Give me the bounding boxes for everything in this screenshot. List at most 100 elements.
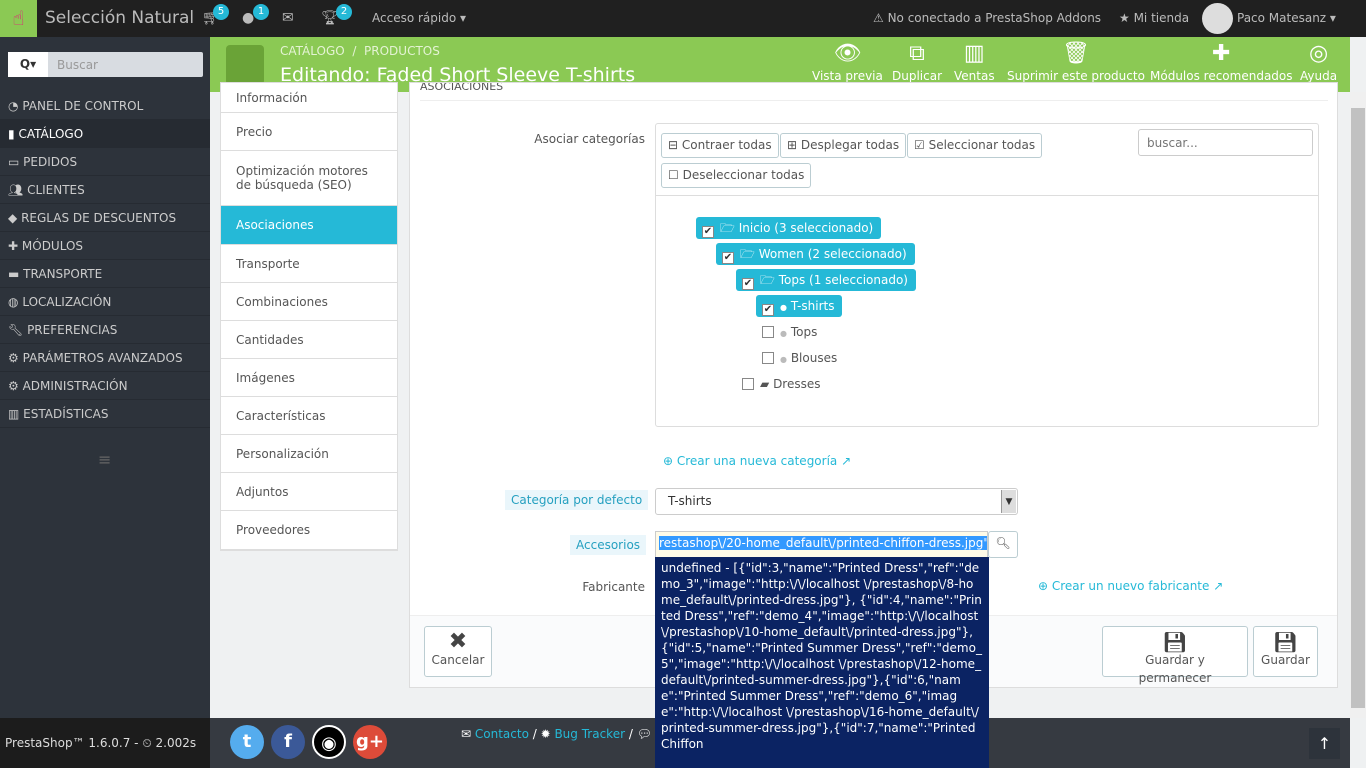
help-button[interactable]: ◎ Ayuda xyxy=(1300,41,1337,83)
default-category-select[interactable]: T-shirts ▼ xyxy=(655,488,1018,515)
breadcrumb-catalog[interactable]: CATÁLOGO xyxy=(280,44,345,58)
users-icon: 👥︎ xyxy=(8,183,24,197)
tree-search-input[interactable] xyxy=(1138,129,1313,156)
save-button[interactable]: 💾︎ Guardar xyxy=(1253,626,1318,677)
dashboard-icon: ◔ xyxy=(8,99,19,113)
sidebar-item-8[interactable]: 🔧︎ PREFERENCIAS xyxy=(0,316,210,344)
search-icon: 🔍︎ xyxy=(995,536,1011,550)
chevron-down-icon[interactable]: ▼ xyxy=(1001,490,1016,513)
tab-7[interactable]: Imágenes xyxy=(221,359,397,397)
autocomplete-dropdown[interactable]: undefined - [{"id":3,"name":"Printed Dre… xyxy=(655,557,989,768)
user-menu[interactable]: Paco Matesanz ▾ xyxy=(1237,11,1336,25)
delete-button[interactable]: 🗑︎ Suprimir este producto xyxy=(1007,41,1145,83)
recommended-modules-button[interactable]: ✚ Módulos recomendados xyxy=(1150,41,1293,83)
preview-button[interactable]: 👁︎ Vista previa xyxy=(812,41,883,83)
avatar[interactable] xyxy=(1202,3,1233,34)
accessories-search-button[interactable]: 🔍︎ xyxy=(988,531,1018,558)
sidebar-item-3[interactable]: 👥︎ CLIENTES xyxy=(0,176,210,204)
tab-label: Adjuntos xyxy=(236,484,289,499)
accessories-input[interactable]: restashop\/20-home_default\/printed-chif… xyxy=(655,531,988,558)
tab-6[interactable]: Cantidades xyxy=(221,321,397,359)
facebook-icon[interactable]: f xyxy=(271,725,305,759)
cog-icon: ⚙ xyxy=(8,379,19,393)
sidebar-item-5[interactable]: ✚ MÓDULOS xyxy=(0,232,210,260)
tab-11[interactable]: Proveedores xyxy=(221,511,397,550)
github-icon[interactable]: ◉ xyxy=(312,725,346,759)
scrollbar-thumb[interactable] xyxy=(1351,108,1365,708)
sidebar-item-1[interactable]: ▮ CATÁLOGO xyxy=(0,120,210,148)
sidebar-item-10[interactable]: ⚙ ADMINISTRACIÓN xyxy=(0,372,210,400)
tab-3[interactable]: Asociaciones xyxy=(221,206,397,245)
checkbox[interactable]: ✔ xyxy=(702,226,714,238)
addons-link[interactable]: ⚠ No conectado a PrestaShop Addons xyxy=(873,11,1101,25)
tab-label: Imágenes xyxy=(236,370,295,385)
breadcrumb-products[interactable]: PRODUCTOS xyxy=(364,44,440,58)
bar-chart-icon: ▥ xyxy=(8,407,20,421)
checkbox[interactable]: ✔ xyxy=(722,252,734,264)
shop-name[interactable]: Selección Natural xyxy=(45,8,194,28)
tab-8[interactable]: Características xyxy=(221,397,397,435)
tree-node[interactable]: ✔ 🗁︎ Tops (1 seleccionado) xyxy=(736,269,916,291)
sidebar-item-7[interactable]: ◍ LOCALIZACIÓN xyxy=(0,288,210,316)
tab-4[interactable]: Transporte xyxy=(221,245,397,283)
tab-label: Asociaciones xyxy=(236,218,314,232)
deselect-all-button[interactable]: ☐ Deseleccionar todas xyxy=(661,163,812,188)
select-all-button[interactable]: ☑ Seleccionar todas xyxy=(907,133,1043,158)
search-icon[interactable]: Q▾ xyxy=(8,52,48,77)
save-and-stay-button[interactable]: 💾︎ Guardar y permanecer xyxy=(1102,626,1248,685)
sidebar-item-9[interactable]: ⚙ PARÁMETROS AVANZADOS xyxy=(0,344,210,372)
select-all-label: Seleccionar todas xyxy=(928,138,1036,152)
close-icon: ✖ xyxy=(448,629,468,654)
tree-node-label: Tops xyxy=(790,325,818,339)
checkbox[interactable] xyxy=(762,326,774,338)
book-icon: ▮ xyxy=(8,127,15,141)
sidebar-item-2[interactable]: ▭ PEDIDOS xyxy=(0,148,210,176)
tab-1[interactable]: Precio xyxy=(221,113,397,151)
scroll-top-button[interactable]: ↑ xyxy=(1309,728,1340,759)
checkbox[interactable]: ✔ xyxy=(762,304,774,316)
sidebar-item-0[interactable]: ◔ PANEL DE CONTROL xyxy=(0,92,210,120)
my-shop-link[interactable]: ★ Mi tienda xyxy=(1119,11,1189,25)
duplicate-button[interactable]: ⧉ Duplicar xyxy=(892,41,942,83)
checkbox[interactable] xyxy=(742,378,754,390)
folder-icon: 🗁︎ xyxy=(720,221,735,235)
tab-5[interactable]: Combinaciones xyxy=(221,283,397,321)
new-manufacturer-link[interactable]: ⊕ Crear un nuevo fabricante ↗ xyxy=(1038,579,1223,593)
cancel-button[interactable]: ✖ Cancelar xyxy=(424,626,492,677)
checkbox[interactable]: ✔ xyxy=(742,278,754,290)
duplicate-label: Duplicar xyxy=(892,69,943,83)
quick-access-menu[interactable]: Acceso rápido ▾ xyxy=(372,11,466,25)
tree-node[interactable]: ✔ ● T-shirts xyxy=(756,295,843,317)
tree-node[interactable]: ✔ 🗁︎ Inicio (3 seleccionado) xyxy=(696,217,882,239)
menu-collapse-icon[interactable]: ≡ xyxy=(98,450,111,469)
floppy-icon: 💾︎ xyxy=(1162,630,1188,654)
logo-icon[interactable]: ☝ xyxy=(0,0,37,37)
tree-node[interactable]: ✔ 🗁︎ Women (2 seleccionado) xyxy=(716,243,915,265)
tab-2[interactable]: Optimización motores de búsqueda (SEO) xyxy=(221,151,397,206)
orders-badge: 5 xyxy=(213,4,229,20)
search-input[interactable]: Q▾ Buscar xyxy=(8,52,203,77)
bug-tracker-link[interactable]: Bug Tracker xyxy=(554,727,625,741)
twitter-icon[interactable]: t xyxy=(230,725,264,759)
tab-9[interactable]: Personalización xyxy=(221,435,397,473)
sidebar-item-4[interactable]: ◆ REGLAS DE DESCUENTOS xyxy=(0,204,210,232)
sidebar-item-11[interactable]: ▥ ESTADÍSTICAS xyxy=(0,400,210,428)
new-category-link[interactable]: ⊕ Crear una nueva categoría ↗ xyxy=(663,454,851,468)
tree-node[interactable]: ● Tops xyxy=(756,321,825,343)
envelope-icon[interactable]: ✉ xyxy=(282,10,294,26)
tree-node[interactable]: ▰ Dresses xyxy=(736,373,829,395)
tree-node[interactable]: ● Blouses xyxy=(756,347,845,369)
sales-button[interactable]: ▥ Ventas xyxy=(954,41,995,83)
collapse-all-button[interactable]: ⊟ Contraer todas xyxy=(661,133,779,158)
tab-0[interactable]: Información xyxy=(221,83,397,113)
tab-10[interactable]: Adjuntos xyxy=(221,473,397,511)
contact-link[interactable]: Contacto xyxy=(475,727,529,741)
expand-all-button[interactable]: ⊞ Desplegar todas xyxy=(780,133,907,158)
cogs-icon: ⚙ xyxy=(8,351,19,365)
tab-label: Precio xyxy=(236,124,273,139)
checkbox[interactable] xyxy=(762,352,774,364)
trophy-badge: 2 xyxy=(336,4,352,20)
my-shop-label: Mi tienda xyxy=(1133,11,1190,25)
sidebar-item-6[interactable]: ▬ TRANSPORTE xyxy=(0,260,210,288)
google-plus-icon[interactable]: g+ xyxy=(353,725,387,759)
